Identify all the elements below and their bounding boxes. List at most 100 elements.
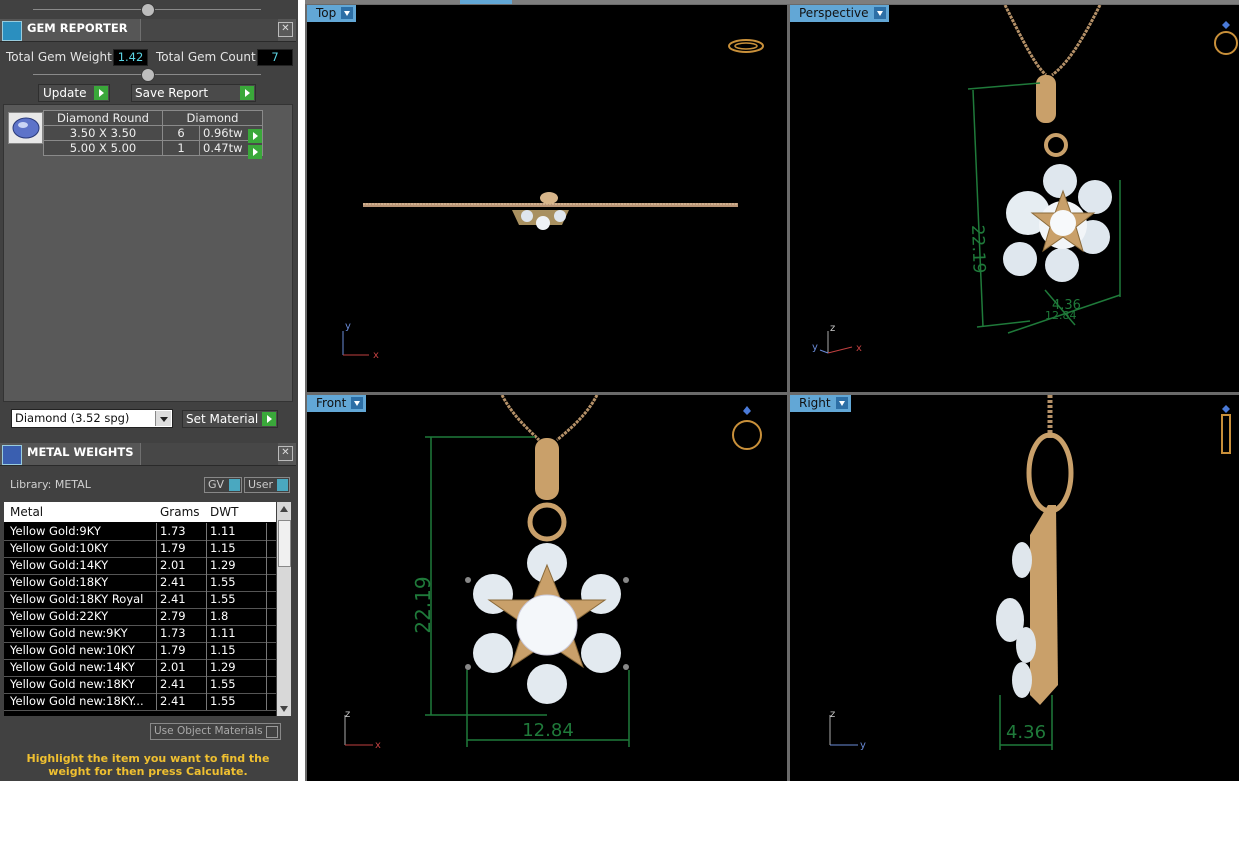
table-row[interactable]: Yellow Gold:14KY 2.01 1.29 — [4, 557, 276, 575]
top-slider[interactable] — [33, 3, 261, 17]
update-label: Update — [43, 86, 87, 100]
column-divider — [266, 608, 267, 625]
metal-name: Yellow Gold:22KY — [10, 609, 109, 623]
viewport-perspective[interactable]: Perspective 22.19 4.36 12.84 z y x — [790, 5, 1239, 392]
gem-row-2-go-button[interactable] — [247, 144, 262, 160]
save-report-label: Save Report — [135, 86, 209, 100]
save-report-button[interactable]: Save Report — [131, 84, 256, 102]
metal-weights-icon — [2, 445, 22, 465]
use-object-materials-checkbox[interactable]: Use Object Materials — [150, 723, 281, 740]
material-select[interactable]: Diamond (3.52 spg) — [11, 409, 173, 428]
axis-y-label: y — [345, 321, 351, 332]
gem-reporter-close-button[interactable]: ✕ — [278, 22, 293, 37]
column-divider — [206, 574, 207, 591]
set-material-play-icon — [262, 412, 276, 426]
scroll-up-icon[interactable] — [280, 506, 288, 512]
column-divider — [206, 608, 207, 625]
metal-grams: 2.41 — [160, 575, 186, 589]
table-row[interactable]: Yellow Gold new:14KY 2.01 1.29 — [4, 659, 276, 677]
column-divider — [206, 676, 207, 693]
column-divider — [206, 625, 207, 642]
metal-dwt: 1.8 — [210, 609, 229, 623]
scroll-down-icon[interactable] — [280, 706, 288, 712]
material-select-value: Diamond (3.52 spg) — [15, 411, 130, 425]
metal-grams: 1.73 — [160, 626, 186, 640]
active-view-tab[interactable] — [460, 0, 512, 4]
col-metal[interactable]: Metal — [10, 505, 43, 519]
metal-dwt: 1.11 — [210, 524, 236, 538]
table-row[interactable]: Yellow Gold new:9KY 1.73 1.11 — [4, 625, 276, 643]
column-divider — [206, 659, 207, 676]
table-row[interactable]: Yellow Gold:18KY Royal 2.41 1.55 — [4, 591, 276, 609]
metal-grams: 2.01 — [160, 660, 186, 674]
gv-label: GV — [208, 478, 225, 491]
column-divider — [156, 557, 157, 574]
metal-dwt: 1.55 — [210, 677, 236, 691]
metal-name: Yellow Gold new:18KY... — [10, 694, 144, 708]
metal-dwt: 1.11 — [210, 626, 236, 640]
metal-name: Yellow Gold:14KY — [10, 558, 109, 572]
pendant-right-render — [996, 395, 1074, 705]
gem-count: 6 — [162, 125, 200, 141]
axis-z-label: z — [830, 323, 835, 334]
column-divider — [156, 659, 157, 676]
metal-weights-close-button[interactable]: ✕ — [278, 446, 293, 461]
viewport-top[interactable]: Top y x — [307, 5, 787, 392]
update-button[interactable]: Update — [38, 84, 110, 102]
chevron-down-icon[interactable] — [155, 411, 171, 426]
metal-grams: 2.41 — [160, 677, 186, 691]
table-row[interactable]: Yellow Gold:9KY 1.73 1.11 — [4, 523, 276, 541]
column-divider — [156, 608, 157, 625]
metal-name: Yellow Gold new:14KY — [10, 660, 135, 674]
column-divider — [266, 642, 267, 659]
metal-grams: 2.41 — [160, 592, 186, 606]
metal-name: Yellow Gold new:10KY — [10, 643, 135, 657]
column-divider — [266, 523, 267, 540]
metal-table-scrollbar[interactable] — [277, 502, 291, 716]
metal-name: Yellow Gold new:18KY — [10, 677, 135, 691]
metal-name: Yellow Gold:10KY — [10, 541, 109, 555]
metal-grams: 2.01 — [160, 558, 186, 572]
gem-row-1-go-button[interactable] — [247, 128, 262, 144]
use-object-materials-label: Use Object Materials — [154, 725, 263, 737]
table-row[interactable]: Yellow Gold new:18KY... 2.41 1.55 — [4, 693, 276, 711]
set-material-label: Set Material — [186, 412, 259, 426]
column-divider — [156, 625, 157, 642]
metal-name: Yellow Gold:18KY — [10, 575, 109, 589]
metal-name: Yellow Gold:9KY — [10, 524, 101, 538]
user-toggle[interactable]: User — [244, 477, 290, 493]
column-divider — [266, 574, 267, 591]
scroll-thumb[interactable] — [278, 520, 291, 567]
axis-gizmo: z x — [344, 709, 381, 751]
table-row[interactable]: Yellow Gold:10KY 1.79 1.15 — [4, 540, 276, 558]
column-divider — [206, 642, 207, 659]
metal-grams: 1.73 — [160, 524, 186, 538]
column-divider — [266, 557, 267, 574]
gem-row[interactable]: 5.00 X 5.00 1 0.47tw — [43, 140, 263, 156]
viewport-right[interactable]: Right 4.36 z y — [790, 395, 1239, 781]
viewport-front[interactable]: Front 22.19 12.84 z x — [307, 395, 787, 781]
perspective-width-dim: 12.84 — [1045, 309, 1077, 322]
table-row[interactable]: Yellow Gold new:10KY 1.79 1.15 — [4, 642, 276, 660]
column-divider — [206, 591, 207, 608]
metal-dwt: 1.55 — [210, 694, 236, 708]
table-row[interactable]: Yellow Gold new:18KY 2.41 1.55 — [4, 676, 276, 694]
gem-reporter-title: GEM REPORTER — [27, 21, 128, 35]
gem-row[interactable]: 3.50 X 3.50 6 0.96tw — [43, 125, 263, 141]
table-row[interactable]: Yellow Gold:22KY 2.79 1.8 — [4, 608, 276, 626]
table-row[interactable]: Yellow Gold:18KY 2.41 1.55 — [4, 574, 276, 592]
set-material-button[interactable]: Set Material — [182, 410, 278, 428]
perspective-height-dim: 22.19 — [967, 224, 989, 273]
axis-x-label: x — [373, 350, 379, 361]
gem-size: 3.50 X 3.50 — [43, 125, 163, 141]
metal-grams: 1.79 — [160, 643, 186, 657]
col-dwt[interactable]: DWT — [210, 505, 238, 519]
metal-dwt: 1.15 — [210, 643, 236, 657]
metal-grams: 2.41 — [160, 694, 186, 708]
user-label: User — [248, 478, 274, 491]
col-grams[interactable]: Grams — [160, 505, 200, 519]
save-report-play-icon — [240, 86, 254, 100]
mid-slider[interactable] — [33, 68, 261, 82]
metal-table: Metal Grams DWT Yellow Gold:9KY 1.73 1.11 Y… — [4, 502, 276, 716]
gv-toggle[interactable]: GV — [204, 477, 242, 493]
